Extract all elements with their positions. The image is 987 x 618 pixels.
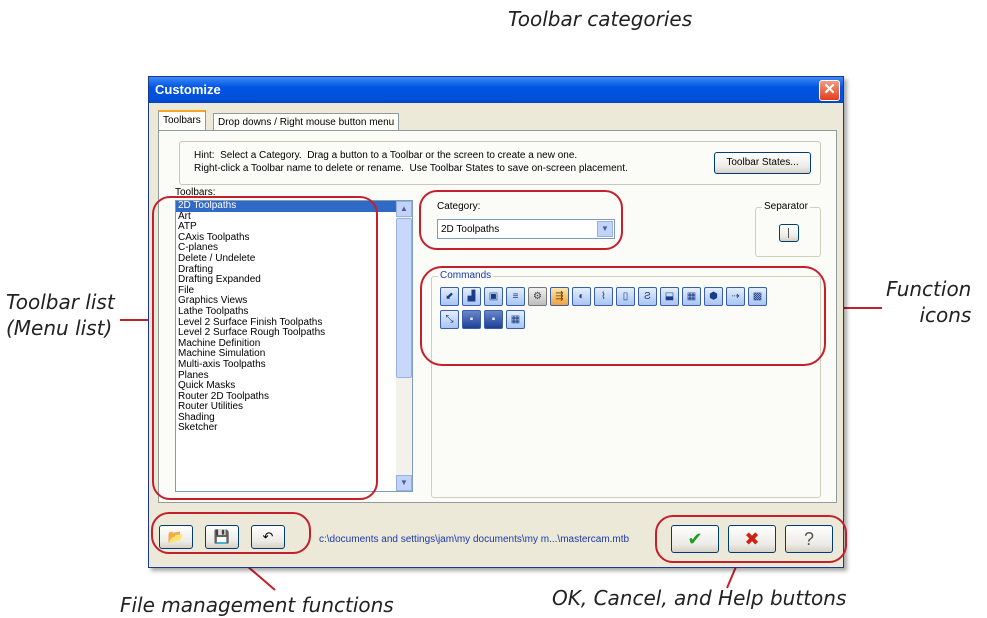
separator-label: Separator (762, 201, 810, 212)
callout-ok-cancel-help: OK, Cancel, and Help buttons (552, 586, 847, 610)
ring-dialog-buttons (655, 515, 847, 563)
title-bar[interactable]: Customize ✕ (149, 77, 843, 103)
close-button[interactable]: ✕ (819, 80, 840, 101)
file-path: c:\documents and settings\jam\my documen… (319, 534, 630, 545)
ring-category (419, 190, 623, 250)
toolbar-states-button[interactable]: Toolbar States... (714, 152, 811, 174)
callout-file-management: File management functions (120, 593, 394, 617)
scroll-down-arrow-icon[interactable]: ▼ (396, 475, 412, 491)
toolbars-scrollbar[interactable]: ▲ ▼ (396, 201, 412, 491)
hint-text: Hint: Select a Category. Drag a button t… (194, 150, 628, 174)
ring-toolbar-list (152, 196, 378, 500)
ring-file-functions (151, 512, 311, 554)
tab-drop-downs[interactable]: Drop downs / Right mouse button menu (213, 113, 400, 131)
ring-commands (420, 266, 826, 366)
callout-function-icons: Function icons (886, 277, 972, 327)
callout-toolbar-categories: Toolbar categories (508, 7, 693, 31)
scroll-thumb[interactable] (396, 218, 412, 378)
hint-box: Hint: Select a Category. Drag a button t… (179, 141, 821, 185)
scroll-up-arrow-icon[interactable]: ▲ (396, 201, 412, 217)
close-icon: ✕ (823, 81, 836, 98)
callout-toolbar-list: Toolbar list (Menu list) (6, 290, 115, 340)
separator-icon (788, 228, 789, 238)
dialog-title: Customize (155, 82, 221, 97)
tab-toolbars[interactable]: Toolbars (158, 110, 206, 131)
separator-group: Separator (755, 201, 821, 257)
separator-button[interactable] (779, 224, 799, 242)
